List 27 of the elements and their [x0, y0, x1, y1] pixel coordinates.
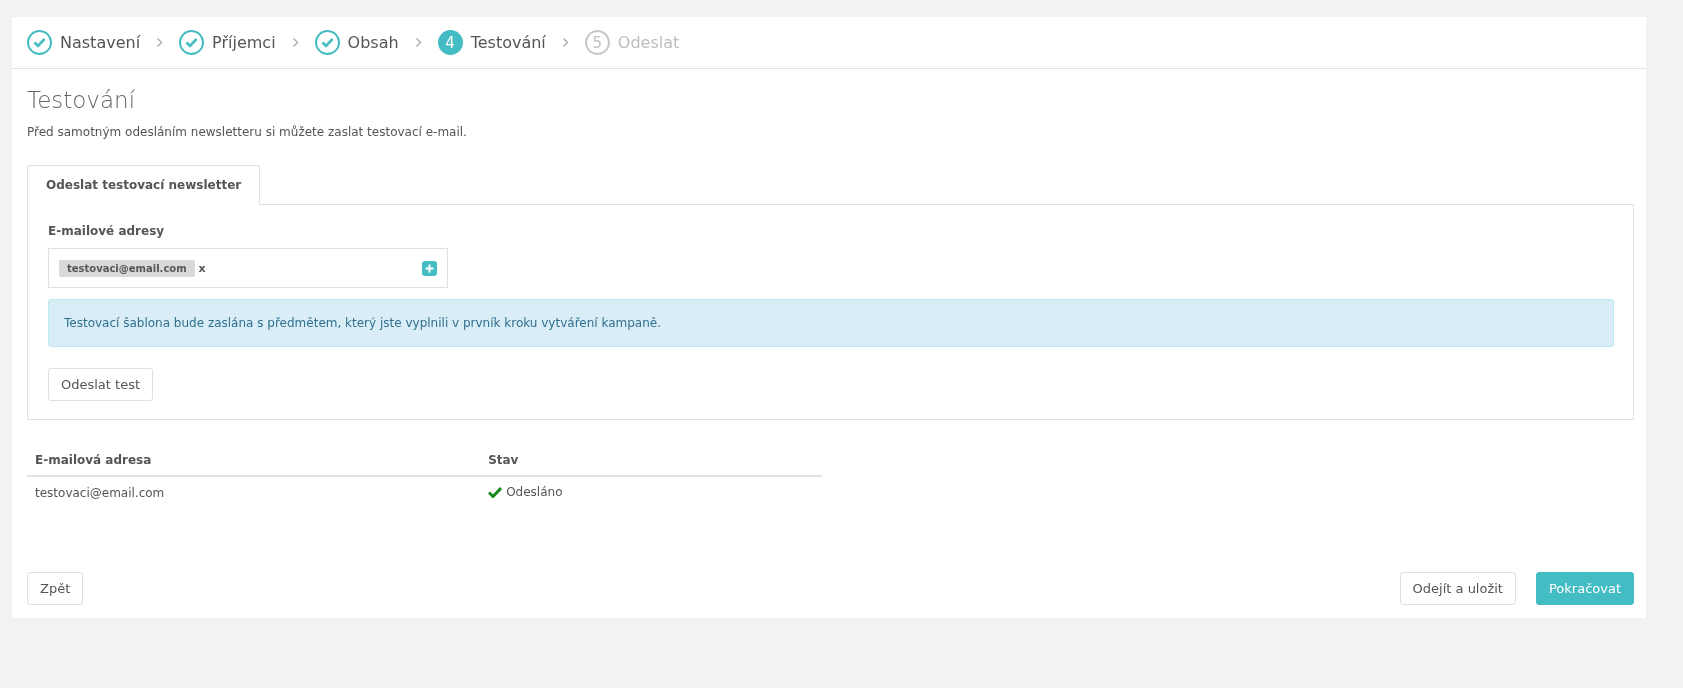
table-cell: testovaci@email.com [27, 476, 481, 509]
chevron-icon [156, 37, 164, 48]
step-label[interactable]: Příjemci [212, 33, 276, 52]
step-label[interactable]: Testování [470, 33, 546, 52]
info-alert: Testovací šablona bude zaslána s předmětem, který jste vyplnili v prvník kroku vytváření kampaně. [48, 299, 1614, 347]
step-label[interactable]: Obsah [347, 33, 399, 52]
column-header: Stav [480, 445, 822, 476]
field-label: E-mailové adresy [48, 224, 166, 238]
email-tags-field[interactable]: testovaci@email.com x [48, 248, 448, 288]
chevron-icon [561, 37, 569, 48]
page-description: Před samotným odesláním newsletteru si můžete zaslat testovací e-mail. [27, 125, 468, 139]
back-button[interactable]: Zpět [27, 572, 84, 605]
page-title: Testování [27, 87, 137, 113]
send-test-button[interactable]: Odeslat test [48, 368, 154, 401]
status-text: Odesláno [506, 485, 563, 499]
chevron-icon [291, 37, 299, 48]
save-and-exit-button[interactable]: Odejít a uložit [1399, 572, 1516, 605]
step-number: 4 [437, 30, 463, 55]
step-label[interactable]: Nastavení [60, 33, 141, 52]
step-number: 5 [584, 30, 610, 55]
email-tag: testovaci@email.com [59, 259, 195, 277]
remove-tag-button[interactable]: x [198, 261, 206, 275]
check-icon [488, 486, 503, 498]
tab[interactable]: Odeslat testovací newsletter [27, 165, 261, 205]
plus-icon[interactable] [422, 260, 437, 276]
chevron-icon [414, 37, 422, 48]
column-header: E-mailová adresa [27, 445, 481, 476]
